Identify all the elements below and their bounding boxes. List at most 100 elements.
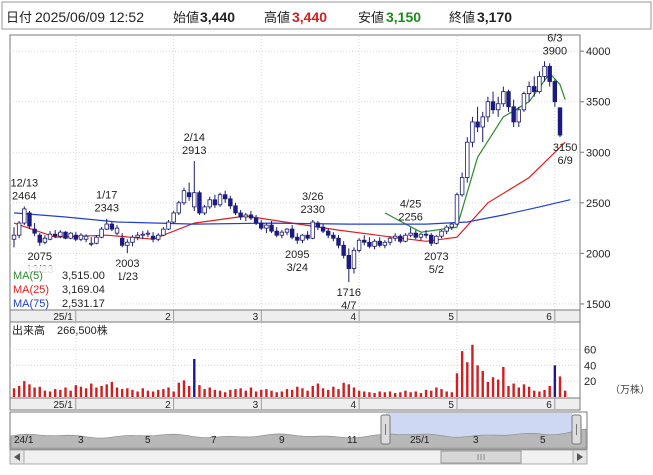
- candle-body: [192, 192, 197, 208]
- volume-bar: [115, 387, 119, 397]
- candle-body: [537, 76, 542, 93]
- volume-bar: [90, 383, 93, 397]
- candle-body: [289, 228, 295, 238]
- price-tick-label: 2000: [586, 248, 610, 260]
- candle-body: [526, 86, 532, 95]
- candle-body: [238, 212, 243, 218]
- volume-bar: [342, 382, 345, 397]
- ma-legend-value: 3,515.00: [62, 270, 105, 282]
- volume-bar: [187, 385, 191, 397]
- volume-bar: [126, 388, 129, 397]
- volume-unit: （万株）: [610, 383, 650, 396]
- volume-bar: [527, 386, 531, 397]
- volume-bar: [193, 359, 196, 397]
- volume-bar: [486, 381, 490, 397]
- candle-body: [557, 107, 563, 136]
- low-label: 安値: [358, 10, 384, 25]
- annotation-value: 3900: [543, 45, 567, 57]
- volume-bar: [182, 380, 186, 397]
- open-label: 始値: [173, 10, 199, 25]
- volume-bar: [306, 390, 309, 397]
- candle-body: [22, 208, 27, 224]
- candle-body: [63, 231, 68, 239]
- annotation-value: 2073: [424, 251, 448, 263]
- candle-body: [310, 221, 315, 239]
- candle-body: [145, 232, 151, 235]
- candle-body: [542, 65, 547, 77]
- candle-body: [315, 222, 321, 228]
- volume-bar: [38, 386, 41, 397]
- annotation-value: 2343: [94, 203, 118, 215]
- volume-tick-label: 40: [584, 360, 596, 372]
- ma-legend-value: 3,169.04: [62, 284, 105, 296]
- candle-body: [42, 237, 48, 243]
- navigator-tick-label: 5: [540, 435, 546, 446]
- candle-body: [166, 221, 171, 230]
- volume-bar: [440, 389, 443, 397]
- candle-body: [382, 241, 388, 246]
- date-tick-label: 25/1: [53, 400, 73, 411]
- high-value: 3,440: [292, 9, 327, 25]
- candle-body: [501, 91, 506, 105]
- candle-body: [104, 223, 109, 230]
- volume-bar: [234, 389, 237, 397]
- volume-bar: [198, 385, 201, 397]
- date-tick-label: 2: [165, 312, 171, 323]
- navigator-tick-label: 3: [473, 435, 479, 446]
- date-tick-label: 4: [351, 400, 357, 411]
- volume-bar: [151, 391, 155, 397]
- price-tick-label: 2500: [586, 198, 610, 210]
- volume-bar: [74, 385, 78, 397]
- candle-body: [403, 234, 408, 242]
- volume-bar: [213, 389, 217, 397]
- candle-body: [392, 235, 398, 239]
- ma-legend-name: MA(5): [13, 270, 43, 282]
- candle-body: [135, 234, 140, 238]
- volume-bar: [363, 391, 366, 397]
- close-value: 3,170: [477, 9, 512, 25]
- ma-legend-name: MA(75): [13, 298, 49, 310]
- candle-body: [186, 192, 192, 198]
- price-tick-label: 4000: [586, 46, 610, 58]
- volume-bar: [435, 387, 438, 397]
- candle-body: [11, 234, 17, 240]
- annotation-date: 6/3: [547, 32, 562, 44]
- volume-bar: [301, 388, 304, 397]
- candle-body: [470, 121, 475, 143]
- volume-bar: [110, 381, 114, 397]
- volume-bar: [172, 391, 175, 397]
- volume-bar: [476, 365, 479, 397]
- candle-body: [511, 106, 516, 123]
- volume-bar: [558, 376, 562, 397]
- annotation-value: 2464: [12, 190, 36, 202]
- candle-body: [171, 212, 176, 223]
- volume-bar: [357, 390, 361, 397]
- candle-body: [356, 239, 362, 251]
- candle-body: [274, 230, 279, 236]
- volume-bar: [157, 389, 160, 397]
- open-value: 3,440: [200, 9, 235, 25]
- volume-bar: [491, 377, 495, 397]
- candle-body: [423, 233, 429, 236]
- volume-bar: [430, 390, 433, 397]
- date-tick-label: 4: [351, 312, 357, 323]
- volume-bar: [12, 388, 16, 397]
- candle-body: [94, 236, 99, 244]
- volume-bar: [28, 384, 31, 397]
- volume-bar: [460, 351, 464, 397]
- candle-body: [119, 237, 125, 246]
- candle-body: [398, 235, 403, 242]
- volume-bar: [120, 389, 124, 397]
- navigator-tick-label: 7: [211, 435, 217, 446]
- navigator-tick-label: 25/1: [410, 435, 430, 446]
- date-tick-label: 6: [546, 400, 552, 411]
- volume-bar: [33, 387, 36, 397]
- volume-bar: [373, 393, 376, 397]
- volume-bar: [280, 391, 284, 397]
- candle-body: [264, 224, 269, 229]
- volume-bar: [48, 391, 52, 397]
- volume-bar: [162, 389, 165, 397]
- candle-body: [418, 233, 424, 238]
- volume-bar: [466, 362, 469, 397]
- date-tick-label: 5: [448, 312, 454, 323]
